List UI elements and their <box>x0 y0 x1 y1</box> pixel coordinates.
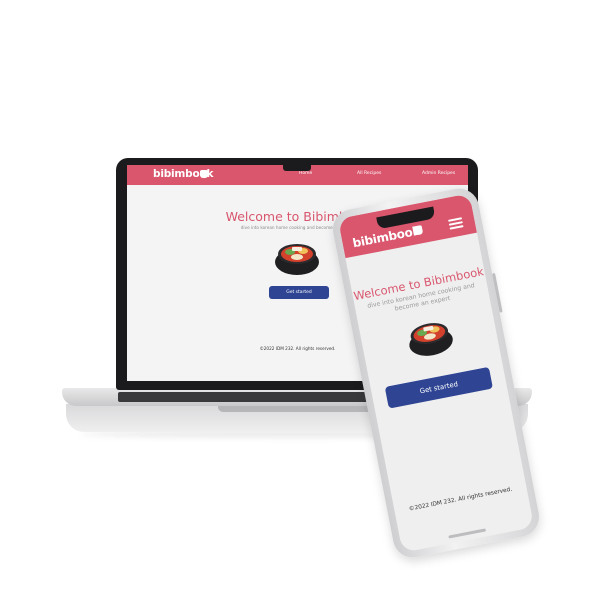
chef-hat-icon <box>200 170 208 178</box>
nav-link-all-recipes[interactable]: All Recipes <box>357 171 381 176</box>
laptop-camera-notch <box>283 165 311 171</box>
hamburger-menu-icon[interactable] <box>448 217 464 230</box>
chef-hat-icon <box>412 225 424 236</box>
phone-device: bibimbook Welcome to Bibimbook dive into… <box>329 185 543 561</box>
phone-home-indicator <box>448 528 487 539</box>
phone-get-started-button[interactable]: Get started <box>384 366 493 409</box>
laptop-get-started-button[interactable]: Get started <box>269 286 329 299</box>
nav-link-home[interactable]: Home <box>299 171 312 176</box>
bibimbap-bowl-image <box>275 244 319 275</box>
laptop-trackpad-lip <box>218 406 378 412</box>
bibimbap-bowl-image <box>409 323 453 356</box>
phone-footer: ©2022 IDM 232. All rights reserved. <box>408 486 513 513</box>
nav-link-admin-recipes[interactable]: Admin Recipes <box>422 171 455 176</box>
